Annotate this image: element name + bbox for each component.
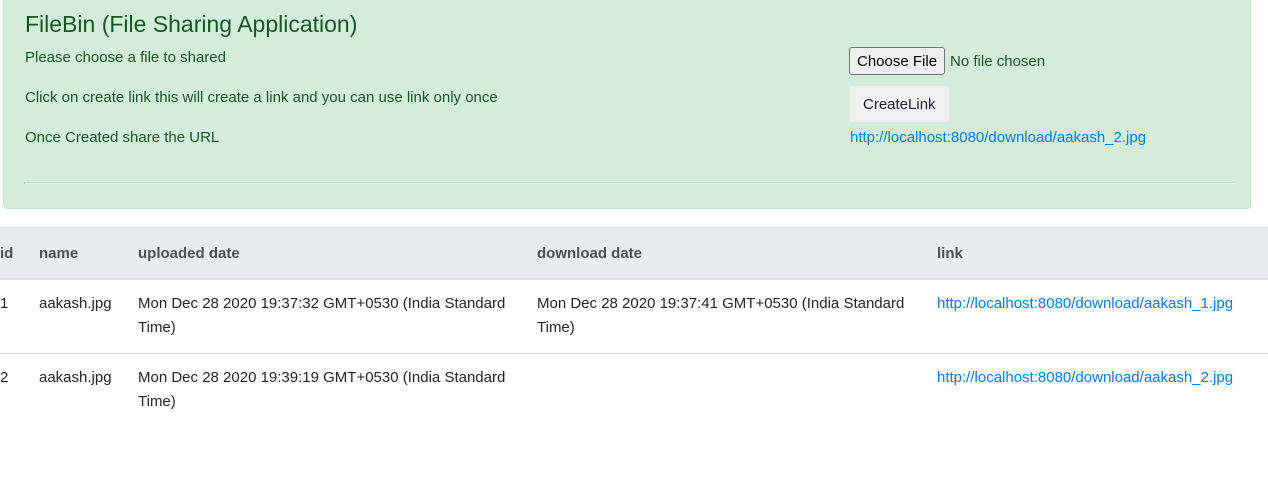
instruction-create-link: Click on create link this will create a … — [25, 89, 498, 106]
cell-id: 1 — [0, 279, 39, 354]
column-header-uploaded-date: uploaded date — [138, 227, 537, 280]
table-row: 2 aakash.jpg Mon Dec 28 2020 19:39:19 GM… — [0, 354, 1268, 428]
cell-name: aakash.jpg — [39, 369, 112, 386]
table-row: 1 aakash.jpg Mon Dec 28 2020 19:37:32 GM… — [0, 279, 1268, 354]
column-header-link: link — [937, 227, 1268, 280]
column-header-id: id — [0, 227, 39, 280]
upload-panel: FileBin (File Sharing Application) Pleas… — [3, 0, 1251, 209]
cell-download-link[interactable]: http://localhost:8080/download/aakash_2.… — [937, 369, 1233, 386]
files-table: id name uploaded date download date link… — [0, 227, 1268, 427]
table-header-row: id name uploaded date download date link — [0, 227, 1268, 280]
instruction-share-url: Once Created share the URL — [25, 129, 220, 146]
page-title: FileBin (File Sharing Application) — [25, 11, 358, 37]
cell-download-link[interactable]: http://localhost:8080/download/aakash_1.… — [937, 295, 1233, 312]
cell-download-date: Mon Dec 28 2020 19:37:41 GMT+0530 (India… — [537, 295, 905, 336]
cell-name: aakash.jpg — [39, 279, 138, 354]
column-header-download-date: download date — [537, 227, 937, 280]
created-url-link[interactable]: http://localhost:8080/download/aakash_2.… — [850, 128, 1146, 148]
panel-divider — [24, 182, 1234, 184]
choose-file-button[interactable]: Choose File — [849, 47, 946, 75]
file-status-text: No file chosen — [950, 52, 1046, 70]
cell-uploaded-date: Mon Dec 28 2020 19:37:32 GMT+0530 (India… — [138, 295, 506, 336]
instruction-choose-file: Please choose a file to shared — [25, 49, 226, 66]
file-input[interactable]: Choose File No file chosen — [849, 47, 1045, 75]
cell-id: 2 — [0, 369, 9, 386]
create-link-button[interactable]: CreateLink — [849, 85, 950, 123]
column-header-name: name — [39, 227, 138, 280]
cell-uploaded-date: Mon Dec 28 2020 19:39:19 GMT+0530 (India… — [138, 369, 506, 410]
